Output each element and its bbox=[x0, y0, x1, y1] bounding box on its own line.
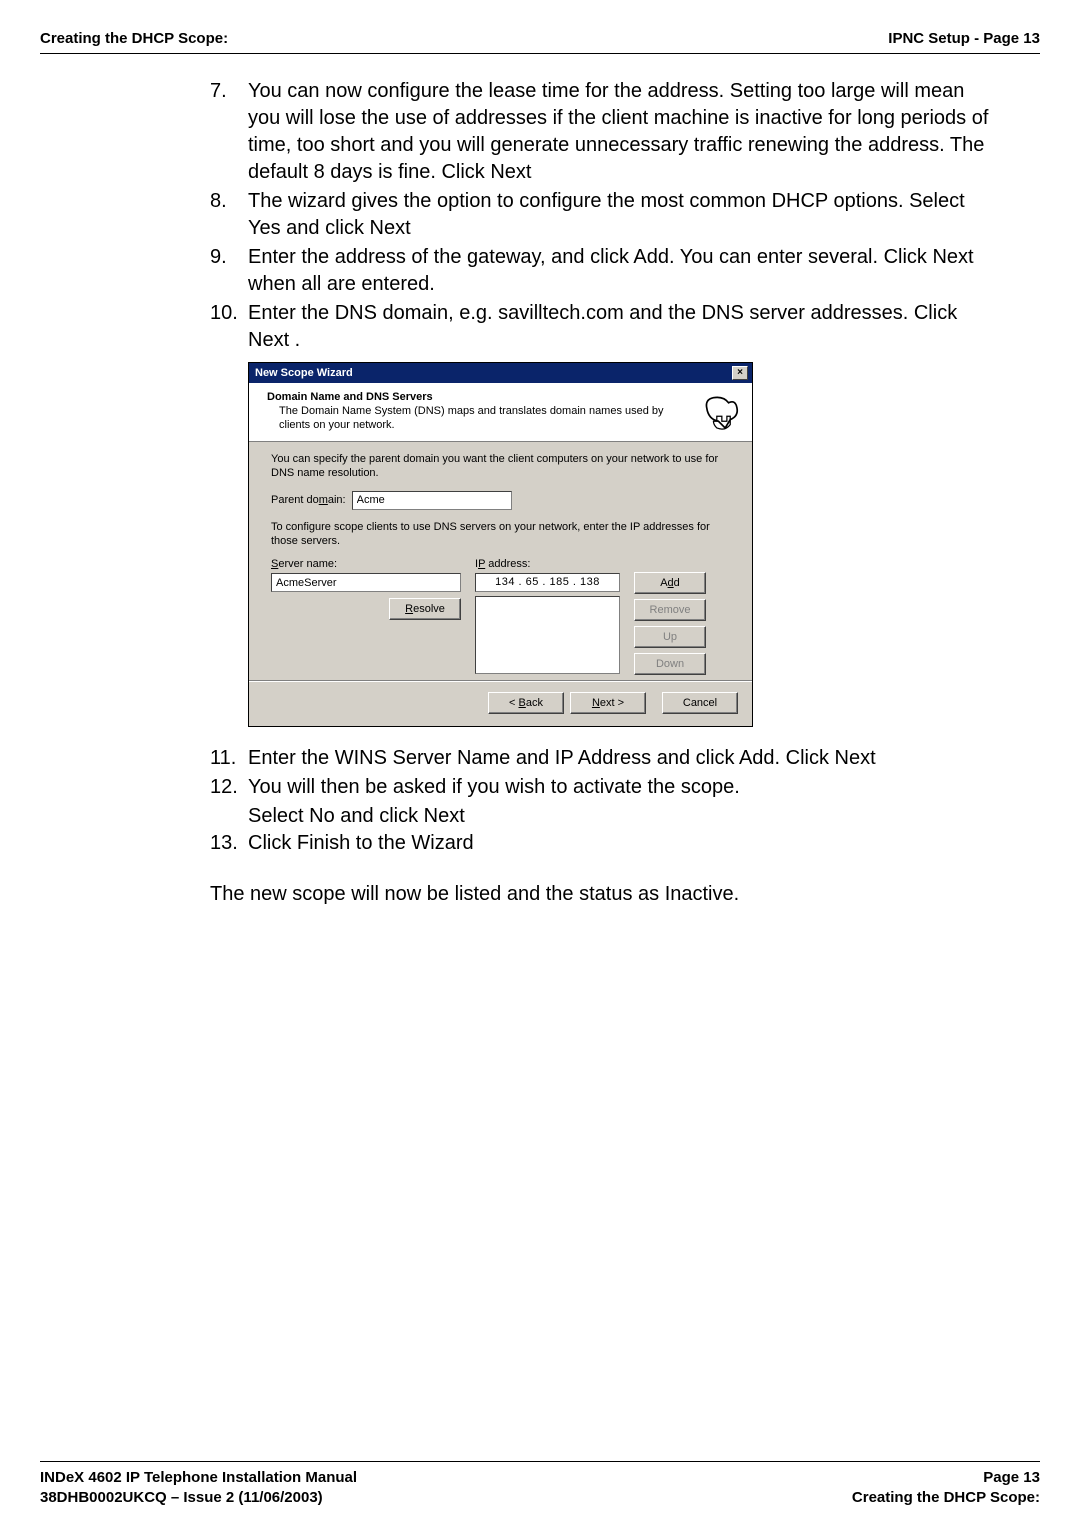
step-number: 9. bbox=[210, 244, 248, 298]
header-left: Creating the DHCP Scope: bbox=[40, 30, 228, 47]
step-text: You can now configure the lease time for… bbox=[248, 78, 1000, 186]
step-number: 13. bbox=[210, 830, 248, 857]
step-number: 12. bbox=[210, 774, 248, 801]
step-text: Enter the WINS Server Name and IP Addres… bbox=[248, 745, 1000, 772]
dialog-para-1: You can specify the parent domain you wa… bbox=[271, 452, 730, 481]
dialog-subheading: The Domain Name System (DNS) maps and tr… bbox=[267, 405, 690, 433]
dialog-header: Domain Name and DNS Servers The Domain N… bbox=[249, 383, 752, 442]
closing-paragraph: The new scope will now be listed and the… bbox=[210, 881, 1000, 908]
header-right: IPNC Setup - Page 13 bbox=[888, 30, 1040, 47]
step-text: Enter the DNS domain, e.g. savilltech.co… bbox=[248, 300, 1000, 354]
cancel-button[interactable]: Cancel bbox=[662, 692, 738, 714]
step-7: 7. You can now configure the lease time … bbox=[210, 78, 1000, 186]
add-button[interactable]: Add bbox=[634, 572, 706, 594]
footer-section: Creating the DHCP Scope: bbox=[852, 1488, 1040, 1508]
page-header: Creating the DHCP Scope: IPNC Setup - Pa… bbox=[40, 30, 1040, 54]
down-button[interactable]: Down bbox=[634, 653, 706, 675]
step-12-continuation: Select No and click Next bbox=[210, 803, 1000, 830]
ip-address-list[interactable] bbox=[475, 596, 620, 674]
server-name-input[interactable] bbox=[271, 573, 461, 592]
up-button[interactable]: Up bbox=[634, 626, 706, 648]
dialog-footer: < Back Next > Cancel bbox=[249, 681, 752, 726]
step-number: 7. bbox=[210, 78, 248, 186]
footer-manual-title: INDeX 4602 IP Telephone Installation Man… bbox=[40, 1468, 357, 1488]
step-10: 10. Enter the DNS domain, e.g. savilltec… bbox=[210, 300, 1000, 354]
step-13: 13. Click Finish to the Wizard bbox=[210, 830, 1000, 857]
step-text: Click Finish to the Wizard bbox=[248, 830, 1000, 857]
step-number: 8. bbox=[210, 188, 248, 242]
footer-page-number: Page 13 bbox=[852, 1468, 1040, 1488]
server-name-label: Server name: bbox=[271, 558, 461, 570]
ip-address-input[interactable]: 134 . 65 . 185 . 138 bbox=[475, 573, 620, 592]
new-scope-wizard-dialog: New Scope Wizard × Domain Name and DNS S… bbox=[248, 362, 753, 727]
dialog-titlebar: New Scope Wizard × bbox=[249, 363, 752, 383]
dialog-heading: Domain Name and DNS Servers bbox=[267, 391, 690, 403]
step-text: The wizard gives the option to configure… bbox=[248, 188, 1000, 242]
parent-domain-input[interactable] bbox=[352, 491, 512, 510]
dns-hand-icon bbox=[700, 391, 742, 433]
resolve-button[interactable]: Resolve bbox=[389, 598, 461, 620]
back-button[interactable]: < Back bbox=[488, 692, 564, 714]
dialog-para-2: To configure scope clients to use DNS se… bbox=[271, 520, 730, 549]
remove-button[interactable]: Remove bbox=[634, 599, 706, 621]
step-12: 12. You will then be asked if you wish t… bbox=[210, 774, 1000, 801]
step-9: 9. Enter the address of the gateway, and… bbox=[210, 244, 1000, 298]
close-icon[interactable]: × bbox=[732, 366, 748, 380]
dialog-title: New Scope Wizard bbox=[255, 367, 353, 379]
parent-domain-label: Parent domain: bbox=[271, 494, 346, 506]
step-11: 11. Enter the WINS Server Name and IP Ad… bbox=[210, 745, 1000, 772]
step-text: You will then be asked if you wish to ac… bbox=[248, 774, 1000, 801]
step-text: Enter the address of the gateway, and cl… bbox=[248, 244, 1000, 298]
footer-issue: 38DHB0002UKCQ – Issue 2 (11/06/2003) bbox=[40, 1488, 357, 1508]
step-number: 11. bbox=[210, 745, 248, 772]
step-number: 10. bbox=[210, 300, 248, 354]
page-footer: INDeX 4602 IP Telephone Installation Man… bbox=[40, 1461, 1040, 1509]
next-button[interactable]: Next > bbox=[570, 692, 646, 714]
page-content: 7. You can now configure the lease time … bbox=[40, 78, 1040, 1461]
step-8: 8. The wizard gives the option to config… bbox=[210, 188, 1000, 242]
ip-address-label: IP address: bbox=[475, 558, 620, 570]
